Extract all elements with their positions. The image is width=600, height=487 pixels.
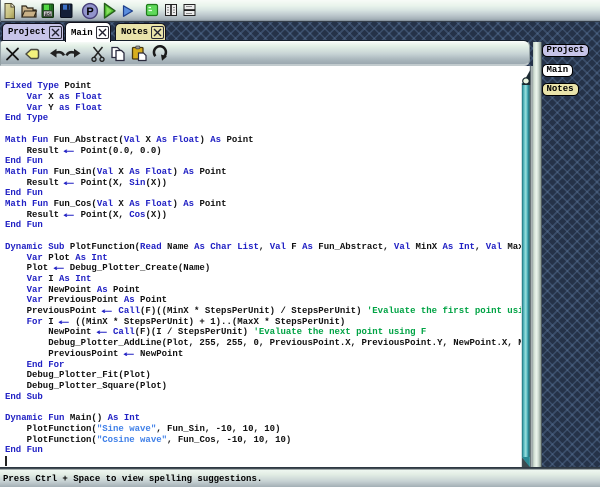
svg-text:P: P (86, 6, 93, 18)
svg-text:as: as (44, 12, 51, 18)
